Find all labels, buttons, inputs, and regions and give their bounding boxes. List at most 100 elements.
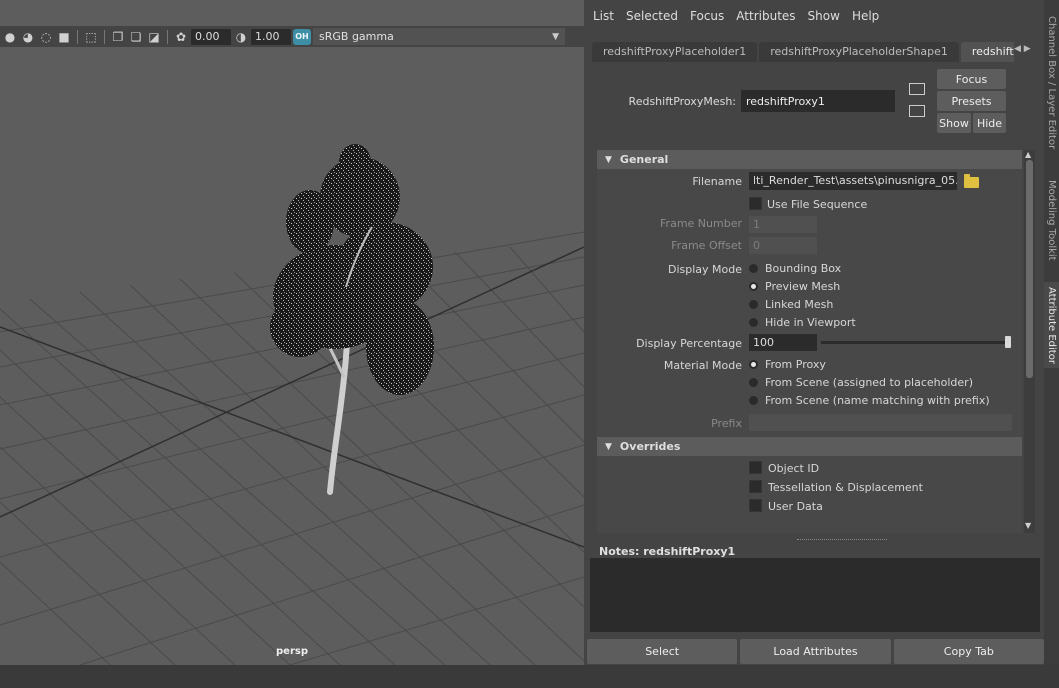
tab-attribute-editor[interactable]: Attribute Editor (1044, 282, 1059, 368)
radio-linked-mesh[interactable] (749, 300, 758, 309)
frame-number-label: Frame Number (660, 217, 742, 230)
color-management-toggle[interactable]: OH (293, 28, 311, 45)
display-mode-row: Hide in Viewport (597, 313, 1022, 331)
use-file-sequence-label: Use File Sequence (767, 198, 868, 211)
filename-field[interactable]: lti_Render_Test\assets\pinusnigra_05.rs (749, 172, 957, 190)
radio-hide-in-viewport[interactable] (749, 318, 758, 327)
notes-splitter[interactable] (797, 539, 887, 540)
copy-tab-button[interactable]: Copy Tab (893, 639, 1044, 664)
toolbar-divider (104, 29, 105, 44)
tab-channel-box-label: Channel Box / Layer Editor (1046, 16, 1057, 150)
menu-focus[interactable]: Focus (684, 9, 730, 23)
select-button[interactable]: Select (587, 639, 738, 664)
presets-button[interactable]: Presets (937, 91, 1006, 111)
radio-from-scene-prefix-label: From Scene (name matching with prefix) (765, 394, 990, 407)
menu-show[interactable]: Show (802, 9, 846, 23)
tab-modeling-toolkit-label: Modeling Toolkit (1046, 179, 1057, 261)
editor-menu-bar: List Selected Focus Attributes Show Help (587, 3, 885, 29)
node-name-field[interactable]: redshiftProxy1 (741, 90, 895, 112)
radio-linked-mesh-label: Linked Mesh (765, 298, 834, 311)
general-section-header[interactable]: ▼ General (597, 150, 1022, 169)
radio-bounding-box[interactable] (749, 264, 758, 273)
load-attributes-button[interactable]: Load Attributes (740, 639, 891, 664)
override-row: Tessellation & Displacement (597, 477, 1022, 496)
radio-preview-mesh[interactable] (749, 282, 758, 291)
exposure-icon[interactable]: ✿ (173, 29, 189, 45)
viewport-toolbar: ● ◕ ◌ ■ ⬚ ❐ ❏ ◪ ✿ 0.00 ◑ 1.00 OH sRGB ga… (0, 26, 584, 47)
gamma-icon[interactable]: ◑ (233, 29, 249, 45)
backface-icon[interactable]: ◪ (146, 29, 162, 45)
display-percentage-slider-track[interactable] (821, 341, 1009, 344)
radio-from-proxy[interactable] (749, 360, 758, 369)
scrollbar-thumb[interactable] (1026, 160, 1033, 378)
lights-icon[interactable]: ◌ (38, 29, 54, 45)
frame-offset-label: Frame Offset (671, 239, 742, 252)
tessellation-checkbox[interactable] (749, 480, 762, 493)
shadows-icon[interactable]: ■ (56, 29, 72, 45)
overrides-section-header[interactable]: ▼ Overrides (597, 437, 1022, 456)
display-mode-row: Preview Mesh (597, 277, 1022, 295)
collapse-triangle-icon: ▼ (605, 154, 612, 165)
scene-view[interactable] (0, 47, 584, 665)
menu-help[interactable]: Help (846, 9, 885, 23)
override-row: Object ID (597, 458, 1022, 477)
scroll-left-icon[interactable]: ◀ (1014, 44, 1021, 54)
xray-icon[interactable]: ❐ (110, 29, 126, 45)
radio-from-scene-placeholder[interactable] (749, 378, 758, 387)
exposure-field[interactable]: 0.00 (191, 28, 231, 45)
tab-placeholder[interactable]: redshiftProxyPlaceholder1 (592, 42, 758, 62)
tab-channel-box[interactable]: Channel Box / Layer Editor (1044, 14, 1059, 152)
load-input-icon[interactable] (909, 83, 925, 95)
use-file-sequence-row: Use File Sequence (597, 193, 1022, 213)
attribute-scrollbar[interactable]: ▲ ▼ (1024, 150, 1035, 533)
scroll-right-icon[interactable]: ▶ (1024, 44, 1031, 54)
attribute-editor: List Selected Focus Attributes Show Help… (587, 0, 1044, 665)
menu-attributes[interactable]: Attributes (730, 9, 801, 23)
show-button[interactable]: Show (937, 113, 971, 133)
gamma-field[interactable]: 1.00 (251, 28, 291, 45)
material-mode-label: Material Mode (663, 359, 742, 372)
shaded-sphere-icon[interactable]: ● (2, 29, 18, 45)
folder-icon[interactable] (964, 174, 979, 188)
frame-offset-row: Frame Offset 0 (597, 235, 1022, 259)
user-data-checkbox[interactable] (749, 499, 762, 512)
display-percentage-field[interactable]: 100 (749, 334, 817, 351)
hide-button[interactable]: Hide (973, 113, 1006, 133)
focus-button[interactable]: Focus (937, 69, 1006, 89)
tab-proxy-mesh[interactable]: redshiftProxyMesh1 (960, 42, 1014, 62)
textured-sphere-icon[interactable]: ◕ (20, 29, 36, 45)
scroll-up-icon[interactable]: ▲ (1025, 150, 1031, 159)
filename-label: Filename (692, 175, 742, 188)
scroll-down-icon[interactable]: ▼ (1025, 521, 1031, 530)
section-title: Overrides (619, 440, 681, 453)
object-id-checkbox[interactable] (749, 461, 762, 474)
load-output-icon[interactable] (909, 105, 925, 117)
menu-list[interactable]: List (587, 9, 620, 23)
toolbar-divider (77, 29, 78, 44)
display-percentage-label: Display Percentage (636, 337, 742, 350)
display-mode-row: Display Mode Bounding Box (597, 259, 1022, 277)
use-file-sequence-checkbox[interactable] (749, 197, 762, 210)
toolbar-divider (167, 29, 168, 44)
tab-modeling-toolkit[interactable]: Modeling Toolkit (1044, 170, 1059, 270)
material-mode-row: Material Mode From Proxy (597, 355, 1022, 373)
color-space-dropdown[interactable]: sRGB gamma ▼ (313, 28, 565, 45)
display-mode-row: Linked Mesh (597, 295, 1022, 313)
tab-placeholder-shape[interactable]: redshiftProxyPlaceholderShape1 (759, 42, 959, 62)
viewport-panel[interactable]: ● ◕ ◌ ■ ⬚ ❐ ❏ ◪ ✿ 0.00 ◑ 1.00 OH sRGB ga… (0, 0, 584, 665)
radio-from-scene-prefix[interactable] (749, 396, 758, 405)
status-bar (0, 665, 1059, 688)
frame-offset-field: 0 (749, 237, 817, 254)
isolate-select-icon[interactable]: ⬚ (83, 29, 99, 45)
user-data-label: User Data (768, 500, 823, 513)
notes-label: Notes: redshiftProxy1 (599, 545, 736, 558)
display-percentage-slider-handle[interactable] (1005, 336, 1011, 348)
node-tabs: redshiftProxyPlaceholder1 redshiftProxyP… (592, 42, 1014, 62)
notes-textarea[interactable] (590, 558, 1040, 632)
menu-selected[interactable]: Selected (620, 9, 684, 23)
frame-number-field: 1 (749, 216, 817, 233)
xray-joints-icon[interactable]: ❏ (128, 29, 144, 45)
display-mode-label: Display Mode (667, 263, 742, 276)
tab-scroll-arrows[interactable]: ◀ ▶ (1014, 44, 1031, 54)
prefix-field (749, 414, 1012, 431)
